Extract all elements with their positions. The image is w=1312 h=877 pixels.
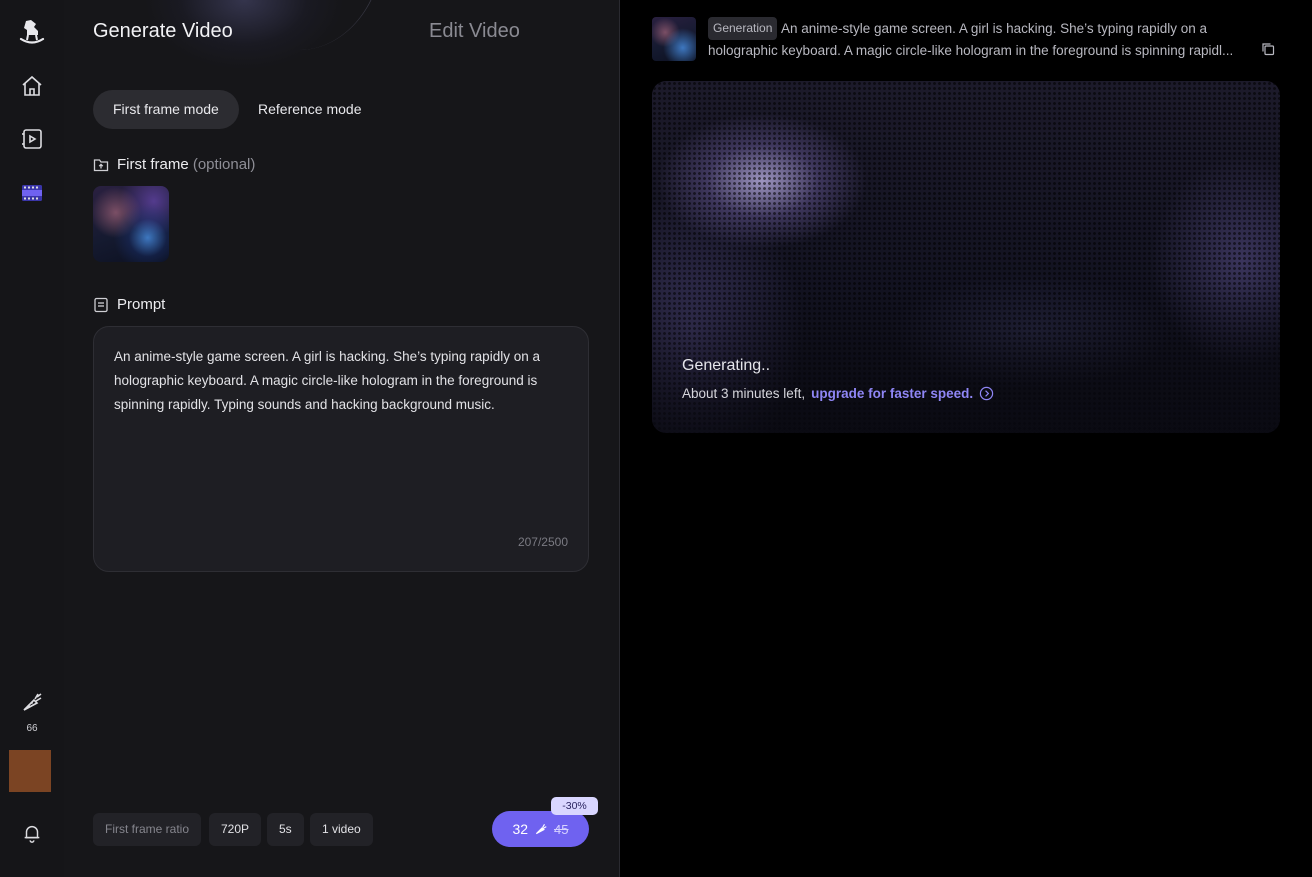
upload-frame-icon bbox=[93, 158, 109, 171]
first-frame-optional: (optional) bbox=[192, 156, 256, 173]
tab-edit-video[interactable]: Edit Video bbox=[429, 20, 520, 43]
prompt-input[interactable]: An anime-style game screen. A girl is ha… bbox=[93, 326, 589, 572]
time-left-text: About 3 minutes left, bbox=[682, 386, 806, 401]
result-thumbnail[interactable] bbox=[652, 17, 696, 61]
upgrade-link[interactable]: upgrade for faster speed. bbox=[811, 386, 973, 401]
credits-indicator[interactable]: 66 bbox=[0, 690, 64, 734]
prompt-label: Prompt bbox=[93, 296, 165, 313]
chevron-right-circle-icon[interactable] bbox=[979, 386, 994, 401]
video-play-icon[interactable] bbox=[18, 125, 46, 153]
first-frame-thumbnail[interactable] bbox=[93, 186, 169, 262]
prompt-char-counter: 207/2500 bbox=[517, 535, 568, 549]
tab-generate-video[interactable]: Generate Video bbox=[93, 20, 233, 43]
carrot-icon bbox=[535, 824, 547, 835]
generate-panel: Generate Video Edit Video First frame mo… bbox=[64, 0, 620, 877]
generate-cost: 32 bbox=[512, 821, 529, 837]
result-description: An anime-style game screen. A girl is ha… bbox=[708, 21, 1234, 58]
video-count-select[interactable]: 1 video bbox=[310, 813, 373, 846]
duration-select[interactable]: 5s bbox=[267, 813, 304, 846]
first-frame-title: First frame bbox=[117, 156, 189, 173]
carrot-credits-icon bbox=[23, 693, 42, 711]
home-icon[interactable] bbox=[18, 72, 46, 100]
credits-count: 66 bbox=[26, 723, 38, 734]
film-strip-icon[interactable] bbox=[18, 179, 46, 207]
first-frame-ratio-select[interactable]: First frame ratio bbox=[93, 813, 202, 846]
generation-status: Generating.. bbox=[682, 357, 771, 374]
prompt-text[interactable]: An anime-style game screen. A girl is ha… bbox=[114, 345, 570, 417]
generation-time-left: About 3 minutes left, upgrade for faster… bbox=[682, 386, 994, 401]
generation-tag: Generation bbox=[708, 17, 778, 40]
generation-preview: Generating.. About 3 minutes left, upgra… bbox=[652, 81, 1280, 433]
sidebar: 66 bbox=[0, 0, 64, 877]
first-frame-mode-button[interactable]: First frame mode bbox=[93, 90, 239, 129]
rocking-horse-logo-icon[interactable] bbox=[18, 18, 46, 46]
document-icon bbox=[94, 297, 108, 312]
generate-original-cost: 45 bbox=[554, 821, 569, 837]
reference-mode-button[interactable]: Reference mode bbox=[238, 90, 382, 129]
first-frame-label: First frame (optional) bbox=[93, 156, 255, 173]
prompt-title: Prompt bbox=[117, 296, 166, 313]
bell-icon[interactable] bbox=[18, 819, 46, 847]
generate-button[interactable]: 32 45 bbox=[492, 811, 589, 847]
copy-icon[interactable] bbox=[1261, 42, 1277, 58]
result-area: An anime-style game screen. A girl is ha… bbox=[621, 0, 1312, 877]
resolution-select[interactable]: 720P bbox=[209, 813, 262, 846]
avatar[interactable] bbox=[9, 750, 51, 792]
discount-badge: -30% bbox=[551, 797, 598, 815]
